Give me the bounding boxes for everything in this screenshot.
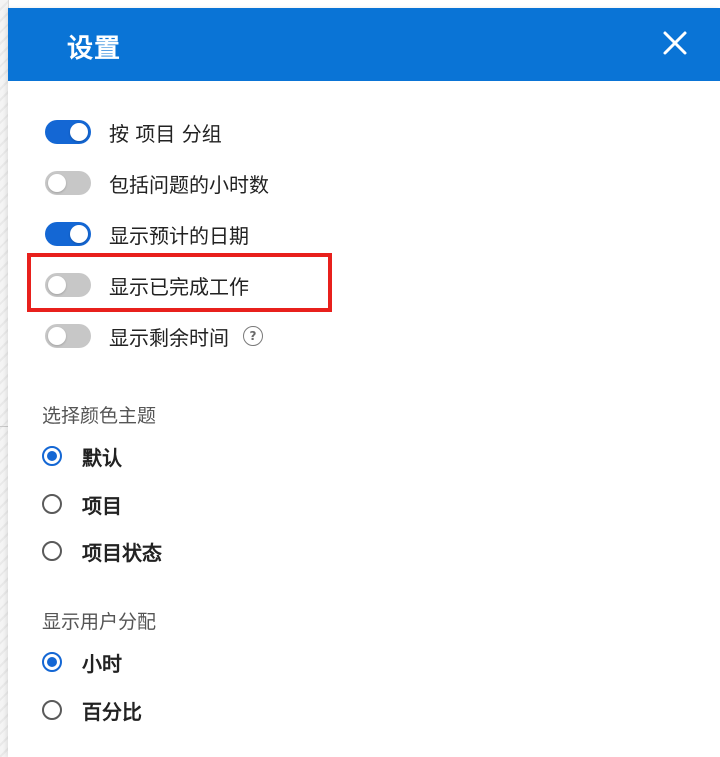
- radio-button[interactable]: [42, 494, 62, 514]
- radio-label: 小时: [82, 651, 122, 676]
- screen: 设置 按 项目 分组 包括问题的小时数 显示预计的日期 显示已完成工作 显示剩余…: [0, 0, 720, 757]
- show-remaining-time-switch[interactable]: [45, 324, 91, 348]
- include-issue-hours-switch[interactable]: [45, 171, 91, 195]
- panel-title: 设置: [67, 34, 122, 64]
- group-by-project-switch[interactable]: [45, 120, 91, 144]
- switch-knob: [70, 123, 88, 141]
- toggle-row-group-by-project[interactable]: 按 项目 分组: [45, 114, 222, 150]
- toggle-row-show-estimated-dates[interactable]: 显示预计的日期: [45, 216, 249, 252]
- toggle-label: 显示剩余时间: [109, 325, 229, 350]
- radio-option-project[interactable]: 项目: [42, 488, 122, 520]
- switch-knob: [48, 327, 66, 345]
- radio-label: 百分比: [82, 699, 142, 724]
- radio-label: 默认: [82, 445, 122, 470]
- radio-button[interactable]: [42, 446, 62, 466]
- toggle-label: 按 项目 分组: [109, 121, 222, 146]
- radio-label: 项目状态: [82, 540, 162, 565]
- color-theme-section-title: 选择颜色主题: [42, 405, 157, 427]
- show-estimated-dates-switch[interactable]: [45, 222, 91, 246]
- settings-panel: 设置 按 项目 分组 包括问题的小时数 显示预计的日期 显示已完成工作 显示剩余…: [8, 8, 720, 757]
- toggle-row-include-issue-hours[interactable]: 包括问题的小时数: [45, 165, 269, 201]
- radio-option-default[interactable]: 默认: [42, 440, 122, 472]
- toggle-label: 包括问题的小时数: [109, 172, 269, 197]
- switch-knob: [48, 174, 66, 192]
- highlight-annotation-box: [27, 253, 332, 312]
- panel-header: 设置: [8, 8, 720, 81]
- radio-button[interactable]: [42, 700, 62, 720]
- radio-option-percentage[interactable]: 百分比: [42, 694, 142, 726]
- close-icon: [663, 31, 687, 55]
- switch-knob: [70, 225, 88, 243]
- radio-option-project-status[interactable]: 项目状态: [42, 535, 162, 567]
- radio-option-hours[interactable]: 小时: [42, 646, 122, 678]
- radio-button[interactable]: [42, 652, 62, 672]
- radio-label: 项目: [82, 493, 122, 518]
- radio-button[interactable]: [42, 541, 62, 561]
- user-allocation-section-title: 显示用户分配: [42, 611, 157, 633]
- toggle-row-show-remaining-time[interactable]: 显示剩余时间 ?: [45, 318, 263, 354]
- close-button[interactable]: [660, 28, 690, 58]
- help-icon[interactable]: ?: [243, 326, 263, 346]
- background-divider: [0, 426, 8, 427]
- toggle-label: 显示预计的日期: [109, 223, 249, 248]
